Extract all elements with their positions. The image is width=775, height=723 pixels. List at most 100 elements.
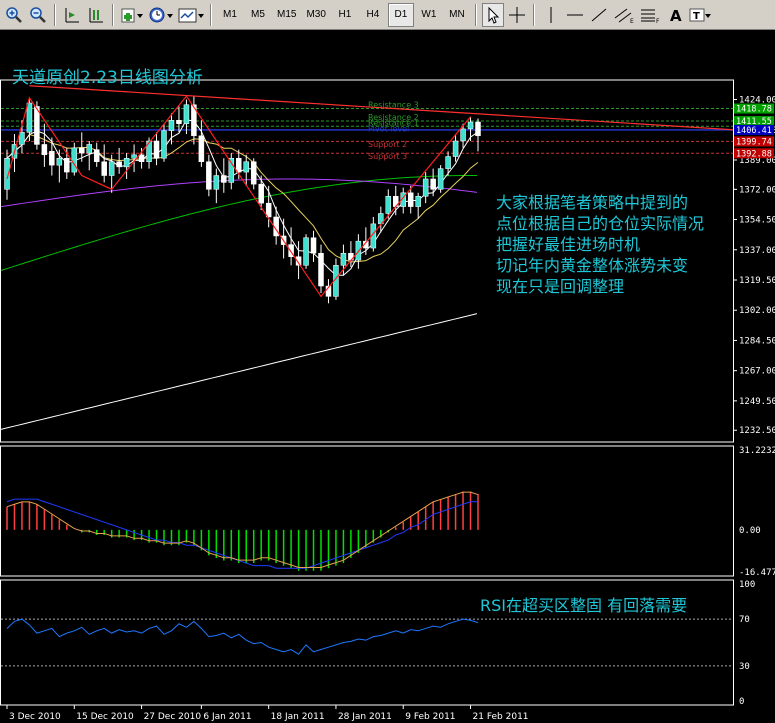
rsi-line bbox=[6, 618, 479, 655]
candle-body bbox=[153, 140, 160, 159]
candle-body bbox=[131, 154, 137, 159]
price-box-label: 1418.78 bbox=[736, 105, 772, 115]
candle-body bbox=[108, 161, 115, 176]
rsi-axis-label: 70 bbox=[739, 615, 750, 625]
toolbar: M1 M5 M15 M30 H1 H4 D1 W1 MN E F A T bbox=[0, 0, 775, 30]
candle-body bbox=[176, 120, 182, 124]
timeframe-m5-button[interactable]: M5 bbox=[245, 3, 271, 27]
candle-body bbox=[93, 149, 100, 162]
analysis-line: 切记年内黄金整体涨势未变 bbox=[496, 256, 689, 275]
fibonacci-icon[interactable]: F bbox=[638, 3, 662, 27]
chart-autoscroll-icon[interactable] bbox=[61, 3, 83, 27]
ma-long-line bbox=[0, 313, 478, 430]
candle-body bbox=[422, 178, 429, 197]
candle-body bbox=[198, 135, 205, 162]
candle-body bbox=[79, 147, 85, 154]
candle-body bbox=[460, 128, 466, 142]
pivot-level-label: Pivot level bbox=[368, 124, 409, 133]
analysis-line: 大家根据笔者策略中提到的 bbox=[496, 193, 689, 212]
timeframe-h4-button[interactable]: H4 bbox=[360, 3, 386, 27]
timeframe-m30-button[interactable]: M30 bbox=[302, 3, 329, 27]
candle-body bbox=[258, 183, 264, 204]
price-axis-label: 1354.50 bbox=[739, 216, 775, 226]
candle-body bbox=[116, 161, 122, 168]
pivot-level-label: Support 3 bbox=[368, 152, 407, 161]
pivot-level-label: Support 2 bbox=[368, 140, 407, 149]
candle-body bbox=[236, 158, 242, 173]
timeframe-d1-button[interactable]: D1 bbox=[387, 2, 414, 27]
toolbar-separator bbox=[532, 3, 535, 26]
date-axis-label: 18 Jan 2011 bbox=[271, 712, 325, 722]
ma-green-line bbox=[0, 175, 478, 271]
candle-body bbox=[49, 151, 55, 166]
candle-body bbox=[340, 252, 347, 266]
price-axis-label: 1232.50 bbox=[739, 426, 775, 436]
analysis-line: 点位根据自己的仓位实际情况 bbox=[496, 214, 705, 233]
candle-body bbox=[123, 158, 130, 168]
zoom-out-icon[interactable] bbox=[27, 3, 49, 27]
candle-body bbox=[161, 130, 167, 159]
price-chart[interactable]: 1424.001406.501389.001372.001354.501337.… bbox=[0, 30, 775, 723]
svg-text:F: F bbox=[656, 18, 660, 24]
candle-body bbox=[168, 120, 175, 131]
candle-body bbox=[445, 156, 451, 169]
candle-body bbox=[243, 161, 249, 173]
chart-area[interactable]: 1424.001406.501389.001372.001354.501337.… bbox=[0, 30, 775, 723]
candle-body bbox=[41, 144, 48, 156]
price-axis-label: 1337.00 bbox=[739, 246, 775, 256]
price-axis-label: 1249.50 bbox=[739, 397, 775, 407]
candle-body bbox=[318, 252, 324, 287]
candle-body bbox=[71, 147, 78, 173]
candle-body bbox=[303, 237, 309, 266]
timeframe-m1-button[interactable]: M1 bbox=[217, 3, 243, 27]
candle-body bbox=[138, 154, 145, 162]
price-axis-label: 1319.50 bbox=[739, 276, 775, 286]
horizontal-line-icon[interactable] bbox=[564, 3, 586, 27]
rsi-axis-label: 30 bbox=[739, 662, 750, 672]
timeframe-w1-button[interactable]: W1 bbox=[416, 3, 442, 27]
equidistant-channel-icon[interactable]: E bbox=[612, 3, 636, 27]
rsi-axis-label: 100 bbox=[739, 580, 755, 590]
analysis-note: 大家根据笔者策略中提到的 点位根据自己的仓位实际情况 把握好最佳进场时机 切记年… bbox=[496, 192, 704, 297]
price-axis-label: 1267.00 bbox=[739, 367, 775, 377]
candle-body bbox=[221, 175, 227, 183]
date-axis-label: 9 Feb 2011 bbox=[405, 712, 455, 722]
date-axis-label: 21 Feb 2011 bbox=[473, 712, 529, 722]
timeframe-mn-button[interactable]: MN bbox=[444, 3, 470, 27]
candle-body bbox=[430, 178, 436, 190]
zoom-in-icon[interactable] bbox=[3, 3, 25, 27]
candle-body bbox=[64, 158, 70, 173]
toolbar-separator bbox=[210, 3, 212, 26]
candle-body bbox=[86, 144, 92, 154]
price-box-label: 1406.41 bbox=[736, 126, 772, 136]
svg-text:A: A bbox=[670, 7, 682, 24]
templates-icon[interactable] bbox=[177, 3, 205, 27]
price-axis-label: 1372.00 bbox=[739, 185, 775, 195]
new-order-icon[interactable] bbox=[119, 3, 145, 27]
chart-shift-icon[interactable] bbox=[85, 3, 107, 27]
cursor-icon[interactable] bbox=[481, 2, 504, 27]
chart-title-annotation: 天道原创2.23日线图分析 bbox=[12, 68, 203, 88]
text-label-icon[interactable]: T bbox=[688, 3, 712, 27]
trendline-icon[interactable] bbox=[588, 3, 610, 27]
analysis-line: 把握好最佳进场时机 bbox=[496, 235, 641, 254]
price-axis-label: 1302.00 bbox=[739, 306, 775, 316]
macd-panel-frame bbox=[0, 445, 734, 577]
timeframe-m15-button[interactable]: M15 bbox=[273, 3, 300, 27]
period-clock-icon[interactable] bbox=[147, 3, 175, 27]
macd-axis-label: 31.2232 bbox=[739, 446, 775, 456]
ma-fast-line bbox=[6, 119, 479, 276]
text-icon[interactable]: A bbox=[664, 3, 686, 27]
date-axis-label: 15 Dec 2010 bbox=[76, 712, 134, 722]
crosshair-icon[interactable] bbox=[506, 3, 528, 27]
candle-body bbox=[385, 195, 392, 214]
analysis-line: 现在只是回调整理 bbox=[496, 277, 625, 296]
timeframe-h1-button[interactable]: H1 bbox=[332, 3, 358, 27]
candle-body bbox=[56, 158, 63, 166]
candle-body bbox=[452, 140, 459, 157]
price-box-label: 1399.74 bbox=[736, 137, 772, 147]
candle-body bbox=[183, 104, 190, 124]
vertical-line-icon[interactable] bbox=[540, 3, 562, 27]
candle-body bbox=[407, 192, 414, 207]
date-axis-label: 6 Jan 2011 bbox=[203, 712, 251, 722]
